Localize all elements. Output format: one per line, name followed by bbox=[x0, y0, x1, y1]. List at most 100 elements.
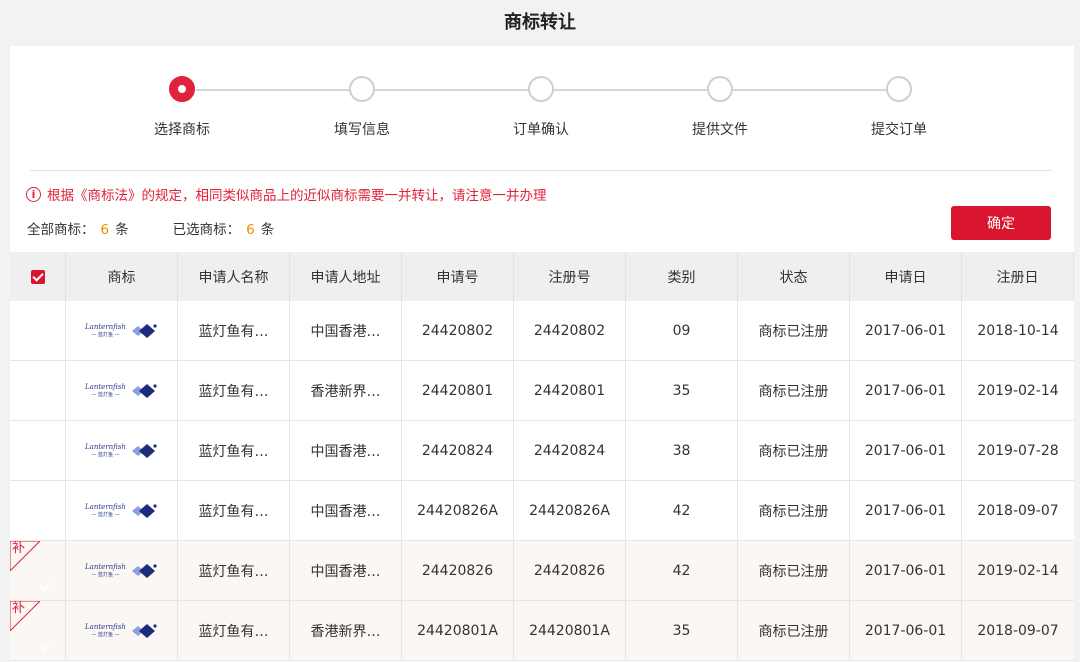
lanternfish-mark-icon bbox=[131, 383, 157, 398]
cell-reg-no: 24420801A bbox=[514, 601, 626, 660]
logo-word: Lanternfish bbox=[85, 382, 126, 391]
cell-applicant: 蓝灯鱼有… bbox=[178, 481, 290, 540]
select-all-checkbox[interactable] bbox=[30, 269, 45, 284]
lanternfish-mark-icon bbox=[131, 563, 157, 578]
column-header: 类别 bbox=[626, 252, 738, 301]
cell-reg-date: 2018-09-07 bbox=[977, 622, 1059, 639]
trademark-logo: Lanternfish — 蓝灯鱼 — bbox=[85, 502, 158, 520]
cell-address: 香港新界… bbox=[290, 601, 402, 660]
logo-sub: — 蓝灯鱼 — bbox=[91, 571, 120, 578]
cell-class: 35 bbox=[626, 601, 738, 660]
step-active-icon bbox=[169, 76, 195, 102]
selected-count-value: 6 bbox=[246, 222, 255, 238]
logo-word: Lanternfish bbox=[85, 442, 126, 451]
supplement-tag: 补 bbox=[10, 541, 40, 571]
step-circle-icon bbox=[349, 76, 375, 102]
trademark-logo: Lanternfish — 蓝灯鱼 — bbox=[85, 562, 158, 580]
cell-reg-no: 24420801 bbox=[514, 361, 626, 420]
row-select-cell bbox=[10, 481, 66, 540]
step-circle-icon bbox=[886, 76, 912, 102]
logo-word: Lanternfish bbox=[85, 502, 126, 511]
supplement-tag-text: 补 bbox=[12, 601, 26, 616]
table-row: Lanternfish — 蓝灯鱼 — 蓝灯鱼有… 中国香港… 24420824 2442… bbox=[10, 421, 1074, 481]
lanternfish-mark-icon bbox=[131, 443, 157, 458]
cell-applicant: 蓝灯鱼有… bbox=[178, 601, 290, 660]
row-select-cell: 补 bbox=[10, 601, 66, 660]
step-circle-icon bbox=[707, 76, 733, 102]
table-row: 补 Lanternfish — 蓝灯鱼 — 蓝灯鱼有… 中国香港… 24420826 244… bbox=[10, 541, 1074, 601]
trademark-logo-cell: Lanternfish — 蓝灯鱼 — bbox=[66, 361, 178, 420]
logo-sub: — 蓝灯鱼 — bbox=[91, 451, 120, 458]
supplement-tag-text: 补 bbox=[12, 541, 26, 556]
cell-address: 香港新界… bbox=[290, 361, 402, 420]
cell-address: 中国香港… bbox=[290, 541, 402, 600]
logo-word: Lanternfish bbox=[85, 622, 126, 631]
step-2: 填写信息 bbox=[302, 76, 422, 139]
info-icon: i bbox=[26, 186, 41, 202]
trademark-logo-cell: Lanternfish — 蓝灯鱼 — bbox=[66, 481, 178, 540]
cell-reg-no: 24420826A bbox=[514, 481, 626, 540]
selected-count-label: 已选商标： bbox=[172, 222, 241, 238]
cell-app-date: 2017-06-01 bbox=[850, 301, 962, 360]
cell-reg-date: 2019-02-14 bbox=[977, 562, 1059, 579]
cell-status: 商标已注册 bbox=[738, 541, 850, 600]
logo-word: Lanternfish bbox=[85, 322, 126, 331]
step-label: 提供文件 bbox=[692, 122, 748, 138]
notice: i 根据《商标法》的规定，相同类似商品上的近似商标需要一并转让，请注意一并办理 bbox=[26, 184, 547, 204]
cell-reg-date: 2018-09-07 bbox=[977, 502, 1059, 519]
column-header: 申请人名称 bbox=[178, 252, 290, 301]
cell-app-date: 2017-06-01 bbox=[850, 361, 962, 420]
cell-status: 商标已注册 bbox=[738, 361, 850, 420]
step-4: 提供文件 bbox=[660, 76, 780, 139]
trademark-logo-cell: Lanternfish — 蓝灯鱼 — bbox=[66, 421, 178, 480]
cell-class: 38 bbox=[626, 421, 738, 480]
cell-status: 商标已注册 bbox=[738, 421, 850, 480]
cell-app-no: 24420826 bbox=[402, 541, 514, 600]
cell-app-no: 24420824 bbox=[402, 421, 514, 480]
selected-count: 已选商标： 6 条 bbox=[173, 218, 275, 238]
table-row: 补 Lanternfish — 蓝灯鱼 — 蓝灯鱼有… 香港新界… 24420801A 24… bbox=[10, 601, 1074, 661]
cell-applicant: 蓝灯鱼有… bbox=[178, 361, 290, 420]
step-label: 选择商标 bbox=[154, 122, 210, 138]
cell-reg-no: 24420826 bbox=[514, 541, 626, 600]
column-header: 注册日 bbox=[962, 252, 1074, 301]
table-row: Lanternfish — 蓝灯鱼 — 蓝灯鱼有… 香港新界… 24420801 2442… bbox=[10, 361, 1074, 421]
cell-class: 42 bbox=[626, 541, 738, 600]
column-header: 申请日 bbox=[850, 252, 962, 301]
page-title: 商标转让 bbox=[504, 12, 576, 33]
column-header: 状态 bbox=[738, 252, 850, 301]
cell-reg-no: 24420802 bbox=[514, 301, 626, 360]
row-select-cell bbox=[10, 421, 66, 480]
all-count-value: 6 bbox=[100, 222, 110, 238]
table-row: Lanternfish — 蓝灯鱼 — 蓝灯鱼有… 中国香港… 24420802 2442… bbox=[10, 301, 1074, 361]
main-panel: 选择商标 填写信息 订单确认 提供文件 提交订单 i 根据《商标法》的规定，相同… bbox=[10, 46, 1074, 662]
step-1: 选择商标 bbox=[122, 76, 242, 139]
logo-sub: — 蓝灯鱼 — bbox=[91, 631, 120, 638]
cell-applicant: 蓝灯鱼有… bbox=[178, 301, 290, 360]
cell-reg-no: 24420824 bbox=[514, 421, 626, 480]
cell-app-no: 24420801A bbox=[402, 601, 514, 660]
all-count: 全部商标： 6 条 bbox=[27, 218, 129, 238]
cell-address: 中国香港… bbox=[290, 301, 402, 360]
logo-sub: — 蓝灯鱼 — bbox=[91, 391, 120, 398]
lanternfish-mark-icon bbox=[131, 503, 157, 518]
cell-app-date: 2017-06-01 bbox=[850, 541, 962, 600]
step-3: 订单确认 bbox=[481, 76, 601, 139]
cell-applicant: 蓝灯鱼有… bbox=[178, 421, 290, 480]
cell-app-date: 2017-06-01 bbox=[850, 481, 962, 540]
cell-app-date: 2017-06-01 bbox=[850, 421, 962, 480]
trademark-logo-cell: Lanternfish — 蓝灯鱼 — bbox=[66, 541, 178, 600]
trademark-counts: 全部商标： 6 条 已选商标： 6 条 bbox=[27, 218, 318, 238]
all-count-label: 全部商标： bbox=[27, 222, 95, 238]
notice-text: 根据《商标法》的规定，相同类似商品上的近似商标需要一并转让，请注意一并办理 bbox=[47, 188, 547, 204]
cell-status: 商标已注册 bbox=[738, 301, 850, 360]
trademark-logo: Lanternfish — 蓝灯鱼 — bbox=[85, 322, 158, 340]
column-header: 注册号 bbox=[514, 252, 626, 301]
supplement-tag: 补 bbox=[10, 601, 40, 631]
cell-app-no: 24420801 bbox=[402, 361, 514, 420]
trademark-logo-cell: Lanternfish — 蓝灯鱼 — bbox=[66, 601, 178, 660]
logo-sub: — 蓝灯鱼 — bbox=[91, 331, 120, 338]
confirm-button[interactable]: 确定 bbox=[951, 206, 1051, 240]
trademark-table: 商标 申请人名称 申请人地址 申请号 注册号 类别 状态 申请日 注册日 Lan… bbox=[10, 252, 1074, 661]
table-body: Lanternfish — 蓝灯鱼 — 蓝灯鱼有… 中国香港… 24420802 2442… bbox=[10, 301, 1074, 661]
